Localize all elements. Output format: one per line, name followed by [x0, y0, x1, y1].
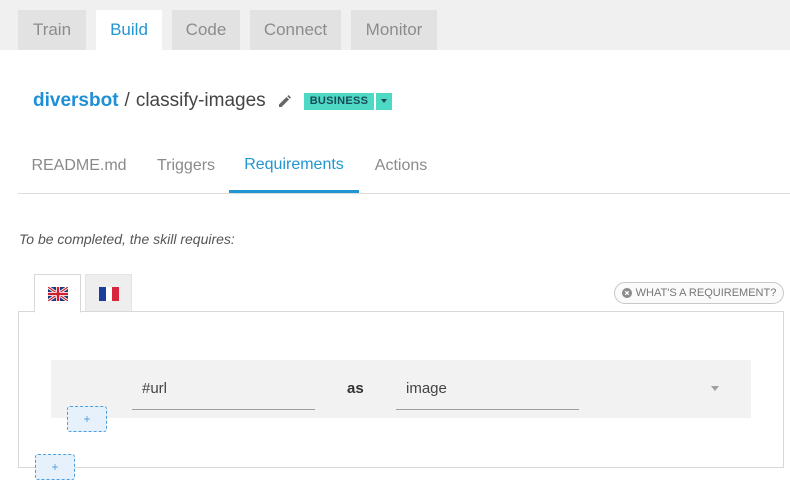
whats-a-requirement-button[interactable]: WHAT'S A REQUIREMENT? — [614, 282, 784, 304]
requirement-variable-input[interactable]: #url — [132, 368, 315, 410]
pencil-edit-icon[interactable] — [278, 94, 292, 108]
help-button-label: WHAT'S A REQUIREMENT? — [635, 287, 777, 299]
lang-tab-french[interactable] — [85, 274, 132, 312]
breadcrumb-separator: / — [124, 90, 130, 111]
uk-flag-icon — [47, 286, 68, 301]
top-nav: Train Build Code Connect Monitor — [0, 0, 790, 50]
as-label: as — [347, 380, 364, 397]
top-tab-code[interactable]: Code — [172, 10, 240, 50]
plan-badge[interactable]: BUSINESS — [303, 92, 375, 110]
add-requirement-button[interactable]: + — [35, 454, 75, 480]
breadcrumb: diversbot / classify-images BUSINESS — [33, 88, 393, 114]
lang-tab-english[interactable] — [34, 274, 81, 313]
info-circle-icon — [621, 288, 632, 298]
chevron-down-icon[interactable] — [711, 386, 719, 391]
requirements-intro: To be completed, the skill requires: — [19, 231, 235, 247]
breadcrumb-owner-link[interactable]: diversbot — [33, 90, 119, 112]
tab-actions[interactable]: Actions — [364, 140, 438, 192]
france-flag-icon — [98, 286, 119, 301]
skill-tabs: README.md Triggers Requirements Actions — [18, 140, 790, 194]
top-tab-monitor[interactable]: Monitor — [351, 10, 437, 50]
tab-triggers[interactable]: Triggers — [146, 140, 226, 192]
requirement-type-select[interactable]: image — [396, 368, 579, 410]
skill-name: classify-images — [135, 90, 266, 111]
top-tab-build[interactable]: Build — [96, 10, 162, 50]
plan-dropdown-caret-icon[interactable] — [376, 92, 393, 110]
tab-requirements[interactable]: Requirements — [229, 140, 359, 193]
add-condition-button[interactable]: + — [67, 406, 107, 432]
tab-readme[interactable]: README.md — [18, 140, 140, 192]
top-tab-train[interactable]: Train — [18, 10, 86, 50]
top-tab-connect[interactable]: Connect — [250, 10, 341, 50]
